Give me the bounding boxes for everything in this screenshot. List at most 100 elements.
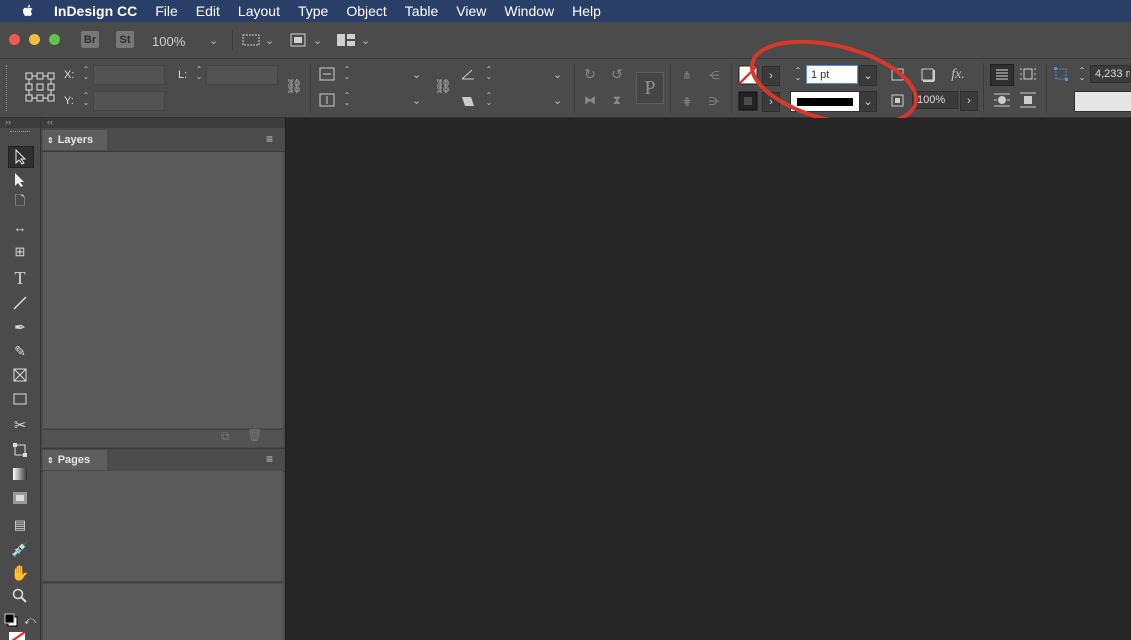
auto-fit-frame-icon[interactable]	[1053, 66, 1069, 82]
pages-tab-toggle-icon[interactable]: ⇕	[47, 456, 54, 465]
line-tool-icon[interactable]	[8, 293, 32, 313]
app-name-menu[interactable]: InDesign CC	[54, 3, 137, 19]
pages-divider[interactable]	[43, 581, 283, 583]
x-stepper-icon[interactable]: ⌃ ⌄	[81, 66, 91, 81]
select-container-icon[interactable]: ⋔	[677, 65, 697, 85]
menu-view[interactable]: View	[456, 3, 486, 19]
pages-list[interactable]	[43, 584, 283, 640]
pen-tool-icon[interactable]: ✒	[8, 317, 32, 337]
hand-tool-icon[interactable]: ✋	[8, 563, 32, 583]
rotation-chevron-icon[interactable]: ⌄	[553, 68, 562, 81]
no-text-wrap-button[interactable]	[990, 64, 1014, 86]
rotation-stepper-icon[interactable]: ⌃ ⌄	[484, 66, 494, 81]
l-field[interactable]	[206, 65, 278, 85]
y-stepper-icon[interactable]: ⌃ ⌄	[81, 92, 91, 107]
menu-help[interactable]: Help	[572, 3, 601, 19]
screen-mode-icon[interactable]	[289, 32, 307, 48]
reference-point-icon[interactable]	[24, 71, 56, 103]
opacity-menu-arrow-icon[interactable]: ›	[960, 91, 978, 111]
note-tool-icon[interactable]: ▤	[8, 515, 32, 535]
menu-type[interactable]: Type	[298, 3, 328, 19]
paragraph-orientation-indicator[interactable]: P	[636, 72, 664, 104]
page-tool-icon[interactable]: 🗋	[8, 193, 32, 213]
constrain-proportions-icon[interactable]: ⛓	[285, 77, 303, 95]
layers-tab-toggle-icon[interactable]: ⇕	[47, 136, 54, 145]
rotation-angle-icon	[461, 69, 474, 80]
layers-tab[interactable]: ⇕ Layers	[43, 130, 107, 150]
wrap-around-bounding-box-icon[interactable]	[1018, 65, 1038, 83]
scale-x-chevron-icon[interactable]: ⌄	[412, 68, 421, 81]
x-field[interactable]	[93, 65, 165, 85]
flip-vertical-icon[interactable]: ⧗	[607, 90, 627, 110]
menu-table[interactable]: Table	[405, 3, 438, 19]
view-options-chevron-icon[interactable]: ⌄	[265, 34, 274, 47]
jump-object-icon[interactable]	[1018, 91, 1038, 109]
apple-icon[interactable]	[20, 3, 36, 19]
direct-selection-tool-icon[interactable]	[8, 170, 32, 190]
arrange-documents-icon[interactable]	[336, 33, 356, 47]
panel-grip-icon[interactable]	[6, 65, 10, 111]
layers-panel-menu-icon[interactable]: ≡	[266, 132, 273, 146]
tools-grip-icon[interactable]	[10, 131, 30, 135]
tools-collapse-icon[interactable]: ››	[0, 118, 40, 128]
rectangle-tool-icon[interactable]	[8, 389, 32, 409]
layers-list[interactable]	[43, 152, 283, 428]
gradient-feather-tool-icon[interactable]	[8, 488, 32, 508]
select-next-object-icon[interactable]: ⋺	[704, 91, 724, 111]
swap-fill-stroke-icon[interactable]: ⤺	[24, 615, 36, 628]
selection-tool-icon[interactable]	[8, 146, 34, 168]
gradient-swatch-tool-icon[interactable]	[8, 464, 32, 484]
zoom-window-button[interactable]	[49, 34, 60, 45]
zoom-dropdown-chevron-icon[interactable]: ⌄	[209, 34, 218, 47]
content-collector-tool-icon[interactable]: ⊞	[8, 242, 32, 262]
rectangle-frame-tool-icon[interactable]	[8, 365, 32, 385]
menu-object[interactable]: Object	[346, 3, 386, 19]
zoom-tool-icon[interactable]	[8, 586, 32, 606]
y-field[interactable]	[93, 91, 165, 111]
l-stepper-icon[interactable]: ⌃ ⌄	[194, 66, 204, 81]
shear-chevron-icon[interactable]: ⌄	[553, 94, 562, 107]
eyedropper-tool-icon[interactable]: 💉	[8, 539, 32, 559]
delete-layer-icon[interactable]: 🗑	[247, 428, 262, 442]
menu-edit[interactable]: Edit	[196, 3, 220, 19]
pencil-tool-icon[interactable]: ✎	[8, 341, 32, 361]
pages-panel-menu-icon[interactable]: ≡	[266, 452, 273, 466]
type-tool-icon[interactable]: T	[8, 268, 32, 288]
scissors-tool-icon[interactable]: ✂	[8, 415, 32, 435]
scale-y-chevron-icon[interactable]: ⌄	[412, 94, 421, 107]
document-canvas[interactable]	[286, 118, 1131, 640]
stock-button[interactable]: St	[116, 31, 134, 48]
free-transform-tool-icon[interactable]	[8, 440, 32, 460]
flip-horizontal-icon[interactable]: ⧓	[580, 90, 600, 110]
column-stepper-icon[interactable]: ⌃ ⌄	[1077, 67, 1087, 82]
arrange-documents-chevron-icon[interactable]: ⌄	[361, 34, 370, 47]
fx-effects-button[interactable]: fx.	[946, 66, 970, 84]
select-previous-object-icon[interactable]: ⋲	[704, 65, 724, 85]
pages-tab[interactable]: ⇕ Pages	[43, 450, 107, 470]
menu-file[interactable]: File	[155, 3, 178, 19]
menu-window[interactable]: Window	[504, 3, 554, 19]
screen-mode-chevron-icon[interactable]: ⌄	[313, 34, 322, 47]
column-stroke-preview[interactable]	[1074, 91, 1131, 112]
rotate-counterclockwise-icon[interactable]: ↺	[607, 64, 627, 84]
column-width-field[interactable]: 4,233 m	[1090, 65, 1131, 83]
create-new-layer-icon[interactable]: ⧉	[221, 429, 230, 444]
close-window-button[interactable]	[9, 34, 20, 45]
wrap-around-object-shape-icon[interactable]	[992, 91, 1012, 109]
view-options-icon[interactable]	[242, 33, 260, 47]
pages-master-section[interactable]	[43, 471, 283, 581]
select-content-icon[interactable]: ⋕	[677, 91, 697, 111]
minimize-window-button[interactable]	[29, 34, 40, 45]
bridge-button[interactable]: Br	[81, 31, 99, 48]
zoom-level[interactable]: 100%	[152, 34, 185, 49]
default-fill-stroke-icon[interactable]	[4, 613, 18, 627]
rotate-clockwise-icon[interactable]: ↻	[580, 64, 600, 84]
menu-layout[interactable]: Layout	[238, 3, 280, 19]
gap-tool-icon[interactable]: ↔	[8, 217, 32, 237]
scale-y-stepper-icon[interactable]: ⌃ ⌄	[342, 92, 352, 107]
panels-collapse-icon[interactable]: ‹‹	[41, 118, 285, 128]
shear-stepper-icon[interactable]: ⌃ ⌄	[484, 92, 494, 107]
scale-x-stepper-icon[interactable]: ⌃ ⌄	[342, 66, 352, 81]
constrain-scale-icon[interactable]: ⛓	[434, 77, 452, 95]
fill-none-icon[interactable]	[8, 631, 26, 640]
